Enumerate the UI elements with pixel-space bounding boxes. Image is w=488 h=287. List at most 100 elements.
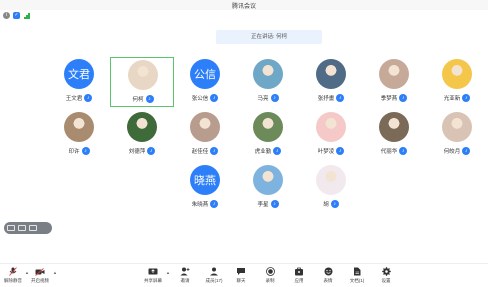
meeting-toolbar: 解除静音 ▲ 开启视频 ▲ 共享屏幕 ▲ 邀请 成员(17) 聊天 录制 应用 … (0, 263, 488, 287)
avatar-initials: 公信 (194, 69, 216, 81)
participant-name-row: 张抒畫 ♪ (299, 94, 363, 102)
share-screen-button[interactable]: 共享屏幕 (136, 267, 170, 287)
participant-name: 张抒畫 (317, 96, 335, 102)
avatar (253, 112, 283, 142)
share-screen-icon (148, 267, 158, 276)
participant-tile[interactable]: 公信张公信 ♪ (173, 57, 237, 107)
participant-name-row: 胡 ♪ (299, 200, 363, 208)
participant-tile[interactable]: 何柯 ♪ (110, 57, 174, 107)
speaker-view-icon[interactable] (18, 225, 26, 231)
mic-status-icon: ♪ (270, 200, 279, 208)
participant-tile[interactable]: 代丽华 ♪ (362, 110, 426, 160)
participant-name: 印许 (68, 149, 80, 155)
avatar (190, 112, 220, 142)
avatar (316, 59, 346, 89)
avatar: 文君 (64, 59, 94, 89)
avatar-initials: 文君 (68, 69, 90, 81)
avatar (379, 112, 409, 142)
apps-label: 应用 (294, 278, 304, 283)
avatar (442, 112, 472, 142)
participant-tile[interactable]: 叶梦凌 ♪ (299, 110, 363, 160)
avatar: 公信 (190, 59, 220, 89)
mic-status-icon: ♪ (210, 200, 219, 208)
participant-name: 光亚新 (443, 96, 461, 102)
participant-tile[interactable]: 虎业勤 ♪ (236, 110, 300, 160)
video-options-caret[interactable]: ▲ (53, 270, 57, 275)
participant-tile[interactable]: 印许 ♪ (47, 110, 111, 160)
participant-name-row: 叶梦凌 ♪ (299, 147, 363, 155)
participant-name: 虎业勤 (254, 149, 272, 155)
settings-label: 设置 (381, 278, 391, 283)
emoji-icon (323, 267, 333, 276)
participant-name-row: 朱晓燕 ♪ (173, 200, 237, 208)
gear-icon (381, 267, 391, 276)
participant-grid: 文君 王文君 ♪ 何柯 ♪ 公信 张公信 ♪ 马亮 ♪ 张抒畫 ♪ 季梦燕 ♪ 光亚新 ♪ 印许 ♪ 刘德萍 ♪ 赵佳佳… (0, 0, 488, 287)
avatar-initials: 晓燕 (194, 175, 216, 187)
mute-label: 解除静音 (4, 278, 22, 283)
share-screen-label: 共享屏幕 (144, 278, 162, 283)
video-label: 开启视频 (31, 278, 49, 283)
mic-status-icon: ♪ (270, 94, 279, 102)
participant-name-row: 何柯 ♪ (111, 95, 175, 103)
participant-tile[interactable]: 晓燕朱晓燕 ♪ (173, 163, 237, 213)
participant-name: 季梦燕 (380, 96, 398, 102)
document-icon (352, 267, 362, 276)
participant-tile[interactable]: 文君王文君 ♪ (47, 57, 111, 107)
participant-name-row: 光亚新 ♪ (425, 94, 488, 102)
grid-view-icon[interactable] (7, 225, 15, 231)
mic-status-icon: ♪ (147, 147, 156, 155)
mic-status-icon: ♪ (81, 147, 90, 155)
chat-label: 聊天 (236, 278, 246, 283)
participant-name: 何柯 (132, 97, 144, 103)
video-button[interactable]: 开启视频 (23, 267, 57, 287)
avatar (127, 112, 157, 142)
participant-name-row: 刘德萍 ♪ (110, 147, 174, 155)
invite-label: 邀请 (180, 278, 190, 283)
participant-name: 张公信 (191, 96, 209, 102)
participant-name-row: 代丽华 ♪ (362, 147, 426, 155)
participant-tile[interactable]: 胡 ♪ (299, 163, 363, 213)
participant-name-row: 王文君 ♪ (47, 94, 111, 102)
mic-status-icon: ♪ (273, 147, 282, 155)
participant-name: 马亮 (257, 96, 269, 102)
participant-name: 王文君 (65, 96, 83, 102)
settings-button[interactable]: 设置 (369, 267, 403, 287)
mic-status-icon: ♪ (336, 147, 345, 155)
avatar (442, 59, 472, 89)
mic-status-icon: ♪ (462, 147, 471, 155)
participant-tile[interactable]: 马亮 ♪ (236, 57, 300, 107)
avatar (253, 165, 283, 195)
avatar: 晓燕 (190, 165, 220, 195)
participant-name-row: 赵佳佳 ♪ (173, 147, 237, 155)
participant-tile[interactable]: 季梦燕 ♪ (362, 57, 426, 107)
participant-tile[interactable]: 何皎月 ♪ (425, 110, 488, 160)
participant-name: 赵佳佳 (191, 149, 209, 155)
fullscreen-icon[interactable] (29, 225, 37, 231)
members-label: 成员(17) (205, 278, 223, 283)
mic-muted-icon (8, 267, 18, 276)
participant-tile[interactable]: 光亚新 ♪ (425, 57, 488, 107)
mic-status-icon: ♪ (399, 94, 408, 102)
reactions-label: 表情 (323, 278, 333, 283)
participant-name-row: 李星 ♪ (236, 200, 300, 208)
avatar (64, 112, 94, 142)
participant-name-row: 季梦燕 ♪ (362, 94, 426, 102)
participant-name-row: 张公信 ♪ (173, 94, 237, 102)
mic-status-icon: ♪ (336, 94, 345, 102)
participant-tile[interactable]: 刘德萍 ♪ (110, 110, 174, 160)
view-controls[interactable] (4, 222, 52, 234)
mic-status-icon: ♪ (210, 147, 219, 155)
camera-off-icon (35, 267, 45, 276)
avatar (316, 165, 346, 195)
participant-tile[interactable]: 李星 ♪ (236, 163, 300, 213)
record-label: 录制 (265, 278, 275, 283)
participant-tile[interactable]: 张抒畫 ♪ (299, 57, 363, 107)
avatar (379, 59, 409, 89)
mic-status-icon: ♪ (210, 94, 219, 102)
participant-name-row: 何皎月 ♪ (425, 147, 488, 155)
chat-icon (236, 267, 246, 276)
mic-status-icon: ♪ (462, 94, 471, 102)
participant-tile[interactable]: 赵佳佳 ♪ (173, 110, 237, 160)
documents-label: 文档(1) (349, 278, 365, 283)
mic-status-icon: ♪ (145, 95, 154, 103)
